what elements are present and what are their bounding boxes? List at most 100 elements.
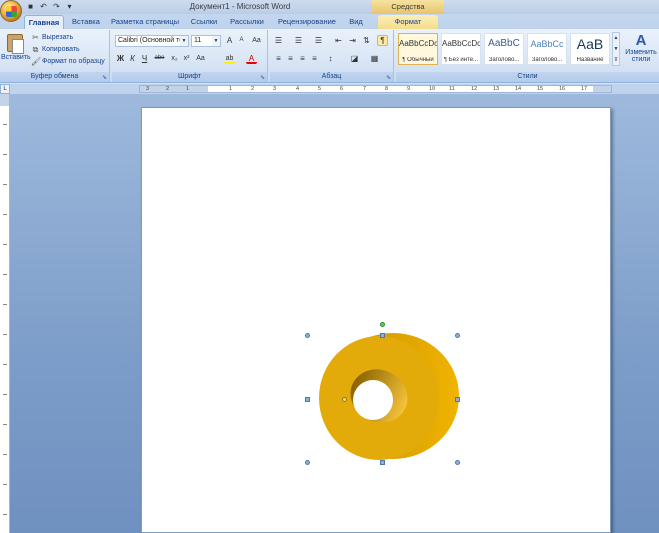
italic-button[interactable]: К (127, 53, 138, 64)
style-normal[interactable]: AaBbCcDc ¶ Обычный (398, 33, 438, 65)
gallery-more-icon[interactable]: ⊽ (613, 55, 619, 66)
donut-shape[interactable] (307, 324, 459, 464)
ruler-tick (3, 304, 7, 305)
tab-selector-icon[interactable]: L (0, 84, 10, 94)
gallery-scroll[interactable]: ▲ ▼ ⊽ (612, 32, 620, 66)
font-launcher-icon[interactable]: ⬊ (260, 74, 265, 81)
line-spacing-icon[interactable]: ↕ (325, 53, 336, 64)
font-name-combo[interactable]: Calibri (Основной те ▼ (115, 35, 189, 47)
change-styles-button[interactable]: A Изменить стили (624, 33, 658, 73)
ruler-tick (3, 424, 7, 425)
resize-handle-se[interactable] (455, 460, 460, 465)
resize-handle-s[interactable] (380, 460, 385, 465)
ruler-tick (3, 484, 7, 485)
ruler-tick (3, 364, 7, 365)
sort-icon[interactable]: ⇅ (361, 35, 372, 46)
align-center-icon[interactable]: ≡ (285, 53, 296, 64)
shrink-font-button[interactable]: A (236, 35, 247, 46)
ruler-number: 4 (296, 86, 300, 92)
strikethrough-button[interactable]: abe (152, 53, 167, 64)
scroll-up-icon[interactable]: ▲ (613, 33, 619, 44)
format-painter-button[interactable]: 🖌 Формат по образцу (31, 56, 105, 67)
multilevel-list-icon[interactable]: ☰ (313, 35, 324, 46)
resize-handle-e[interactable] (455, 397, 460, 402)
style-sample: AaBbCc (530, 39, 564, 49)
office-logo-icon (6, 6, 17, 17)
decrease-indent-icon[interactable]: ⇤ (333, 35, 344, 46)
style-no-spacing[interactable]: AaBbCcDc ¶ Без инте... (441, 33, 481, 65)
bullets-icon[interactable]: ☰ (273, 35, 284, 46)
format-painter-label: Формат по образцу (42, 58, 105, 65)
highlight-button[interactable]: ab (224, 53, 235, 64)
align-left-icon[interactable]: ≡ (273, 53, 284, 64)
justify-icon[interactable]: ≡ (309, 53, 320, 64)
ruler-tick (3, 454, 7, 455)
clipboard-group-label: Буфер обмена (0, 72, 109, 82)
resize-handle-n[interactable] (380, 333, 385, 338)
style-name: Название (576, 57, 604, 63)
vertical-ruler[interactable] (0, 94, 10, 533)
resize-handle-w[interactable] (305, 397, 310, 402)
font-group-label: Шрифт (112, 72, 267, 82)
clear-formatting-button[interactable]: Aa (251, 35, 262, 46)
chevron-down-icon: ▼ (180, 36, 188, 46)
ruler-number: 8 (385, 86, 389, 92)
ruler-number: 17 (581, 86, 588, 92)
style-heading-2[interactable]: AaBbCc Заголово... (527, 33, 567, 65)
resize-handle-nw[interactable] (305, 333, 310, 338)
office-button[interactable] (0, 0, 22, 22)
align-right-icon[interactable]: ≡ (297, 53, 308, 64)
numbering-icon[interactable]: ☰ (293, 35, 304, 46)
resize-handle-ne[interactable] (455, 333, 460, 338)
style-sample: AaBbCcDc (442, 39, 480, 48)
style-heading-1[interactable]: AaBbC Заголово... (484, 33, 524, 65)
tab-insert[interactable]: Вставка (68, 15, 104, 29)
clipboard-launcher-icon[interactable]: ⬊ (102, 74, 107, 81)
rotate-handle[interactable] (380, 322, 385, 327)
resize-handle-sw[interactable] (305, 460, 310, 465)
scroll-down-icon[interactable]: ▼ (613, 44, 619, 55)
tab-mailings[interactable]: Рассылки (226, 15, 268, 29)
ruler-margin-left (140, 86, 208, 92)
document-page[interactable] (141, 107, 611, 533)
ruler-number: 1 (229, 86, 233, 92)
subscript-button[interactable]: x₂ (169, 53, 180, 64)
superscript-button[interactable]: x² (181, 53, 192, 64)
tab-view[interactable]: Вид (344, 15, 368, 29)
tab-home[interactable]: Главная (24, 15, 64, 29)
ruler-number: 1 (186, 86, 190, 92)
paragraph-group: ☰ ☰ ☰ ⇤ ⇥ ⇅ ¶ ≡ ≡ ≡ ≡ ↕ ◪ ▦ Абзац ⬊ (270, 30, 394, 82)
style-name: ¶ Обычный (402, 57, 434, 63)
underline-button[interactable]: Ч (139, 53, 150, 64)
increase-indent-icon[interactable]: ⇥ (347, 35, 358, 46)
ruler-tick (3, 124, 7, 125)
font-size-combo[interactable]: 11 ▼ (191, 35, 221, 47)
ruler-tick (3, 244, 7, 245)
font-color-button[interactable]: A (246, 53, 257, 64)
ruler-tick (3, 514, 7, 515)
adjust-handle[interactable] (342, 397, 347, 402)
ruler-number: 16 (559, 86, 566, 92)
paragraph-launcher-icon[interactable]: ⬊ (386, 74, 391, 81)
tab-format[interactable]: Формат (378, 15, 438, 29)
brush-icon: 🖌 (31, 57, 42, 66)
show-marks-button[interactable]: ¶ (377, 35, 388, 46)
cut-button[interactable]: ✂ Вырезать (31, 32, 73, 43)
horizontal-ruler[interactable]: 3 2 1 1 2 3 4 5 6 7 8 9 10 11 12 13 14 1… (139, 85, 612, 93)
tab-references[interactable]: Ссылки (186, 15, 222, 29)
bold-button[interactable]: Ж (115, 53, 126, 64)
ruler-tick (3, 334, 7, 335)
style-title[interactable]: AaB Название (570, 33, 610, 65)
vruler-margin-top (0, 94, 9, 106)
font-group: Calibri (Основной те ▼ 11 ▼ A A Aa Ж К Ч… (112, 30, 268, 82)
paste-button[interactable]: Вставить (1, 32, 31, 70)
shading-icon[interactable]: ◪ (349, 53, 360, 64)
font-name-value: Calibri (Основной те (118, 37, 184, 44)
copy-button[interactable]: ⧉ Копировать (31, 44, 80, 55)
tab-page-layout[interactable]: Разметка страницы (108, 15, 182, 29)
tab-review[interactable]: Рецензирование (272, 15, 342, 29)
change-case-button[interactable]: Aa (195, 53, 206, 64)
borders-icon[interactable]: ▦ (369, 53, 380, 64)
grow-font-button[interactable]: A (224, 35, 235, 46)
clipboard-group: Вставить ✂ Вырезать ⧉ Копировать 🖌 Форма… (0, 30, 110, 82)
